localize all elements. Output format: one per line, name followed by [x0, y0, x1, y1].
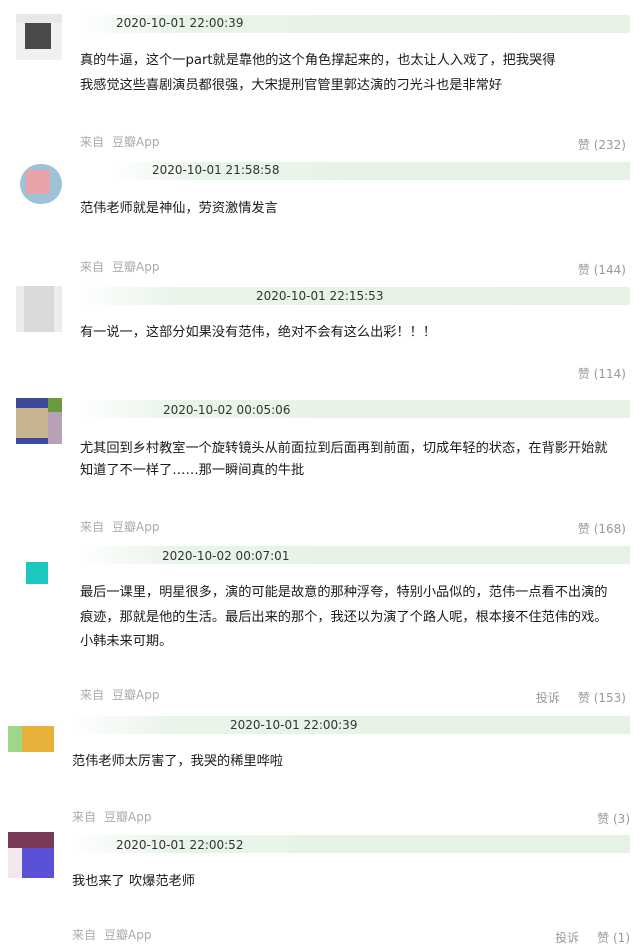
source-prefix: 来自	[80, 260, 105, 274]
like-count: (114)	[593, 367, 626, 381]
like-button[interactable]: 赞 (3)	[597, 812, 630, 826]
comment-text-line: 我也来了 吹爆范老师	[72, 874, 195, 889]
like-count: (168)	[593, 522, 626, 536]
avatar[interactable]	[8, 716, 54, 762]
comment-text-line: 最后一课里，明星很多，演的可能是故意的那种浮夸，特别小品似的，范伟一点看不出演的	[80, 585, 608, 600]
comment-text-line: 知道了不一样了……那一瞬间真的牛批	[80, 463, 305, 478]
comment-source: 来自 豆瓣App	[72, 926, 151, 943]
source-app[interactable]: 豆瓣App	[104, 810, 151, 824]
comment-time: 2020-10-01 21:58:58	[152, 163, 280, 177]
source-app[interactable]: 豆瓣App	[112, 688, 159, 702]
report-button[interactable]: 投诉	[555, 931, 579, 945]
comment-text-line: 真的牛逼，这个一part就是靠他的这个角色撑起来的，也太让人入戏了，把我哭得	[80, 53, 556, 68]
comment-actions: 投诉 赞 (153)	[536, 689, 626, 706]
source-app[interactable]: 豆瓣App	[112, 260, 159, 274]
avatar[interactable]	[16, 160, 62, 206]
like-button[interactable]: 赞 (153)	[578, 691, 626, 705]
comment-meta-bar	[78, 400, 630, 418]
source-app[interactable]: 豆瓣App	[112, 135, 159, 149]
like-label: 赞	[577, 138, 590, 152]
comment-text-line: 有一说一，这部分如果没有范伟，绝对不会有这么出彩！！！	[80, 325, 437, 340]
comment-text-line: 小韩未来可期。	[80, 634, 173, 649]
like-label: 赞	[597, 812, 610, 826]
like-button[interactable]: 赞 (168)	[578, 522, 626, 536]
comment-source: 来自 豆瓣App	[80, 686, 159, 703]
like-button[interactable]: 赞 (1)	[597, 931, 630, 945]
comment-time: 2020-10-02 00:05:06	[163, 403, 291, 417]
comment-time: 2020-10-01 22:15:53	[256, 289, 384, 303]
comment-actions: 赞 (144)	[578, 261, 626, 278]
comment-meta-bar	[78, 546, 630, 564]
comment-actions: 赞 (232)	[578, 136, 626, 153]
source-app[interactable]: 豆瓣App	[112, 520, 159, 534]
like-count: (232)	[593, 138, 626, 152]
like-label: 赞	[577, 522, 590, 536]
source-prefix: 来自	[80, 520, 105, 534]
comment-text-line: 痕迹，那就是他的生活。最后出来的那个，我还以为演了个路人呢，根本接不住范伟的戏。	[80, 610, 608, 625]
like-button[interactable]: 赞 (114)	[578, 367, 626, 381]
avatar[interactable]	[8, 832, 54, 878]
like-label: 赞	[577, 691, 590, 705]
source-prefix: 来自	[72, 928, 97, 942]
comment-time: 2020-10-01 22:00:52	[116, 838, 244, 852]
comment-actions: 赞 (168)	[578, 520, 626, 537]
source-prefix: 来自	[80, 688, 105, 702]
comment-time: 2020-10-01 22:00:39	[230, 718, 358, 732]
avatar[interactable]	[16, 286, 62, 332]
like-count: (153)	[593, 691, 626, 705]
source-prefix: 来自	[80, 135, 105, 149]
comment-source: 来自 豆瓣App	[80, 258, 159, 275]
report-button[interactable]: 投诉	[536, 691, 560, 705]
comment-text-line: 范伟老师就是神仙，劳资激情发言	[80, 201, 278, 216]
like-count: (1)	[613, 931, 630, 945]
like-count: (144)	[593, 263, 626, 277]
comment-actions: 赞 (3)	[597, 810, 630, 827]
comment-source: 来自 豆瓣App	[72, 808, 151, 825]
comment-text-line: 我感觉这些喜剧演员都很强，大宋提刑官管里郭达演的刁光斗也是非常好	[80, 78, 502, 93]
source-app[interactable]: 豆瓣App	[104, 928, 151, 942]
like-label: 赞	[597, 931, 610, 945]
source-prefix: 来自	[72, 810, 97, 824]
like-button[interactable]: 赞 (232)	[578, 138, 626, 152]
avatar[interactable]	[16, 548, 62, 594]
comment-actions: 投诉 赞 (1)	[555, 929, 630, 946]
comment-source: 来自 豆瓣App	[80, 518, 159, 535]
comment-text-line: 范伟老师太厉害了，我哭的稀里哗啦	[72, 754, 283, 769]
comment-time: 2020-10-02 00:07:01	[162, 549, 290, 563]
avatar[interactable]	[16, 14, 62, 60]
like-label: 赞	[577, 263, 590, 277]
like-button[interactable]: 赞 (144)	[578, 263, 626, 277]
comment-actions: 赞 (114)	[578, 365, 626, 382]
avatar[interactable]	[16, 398, 62, 444]
like-label: 赞	[577, 367, 590, 381]
comment-time: 2020-10-01 22:00:39	[116, 16, 244, 30]
like-count: (3)	[613, 812, 630, 826]
comment-source: 来自 豆瓣App	[80, 133, 159, 150]
